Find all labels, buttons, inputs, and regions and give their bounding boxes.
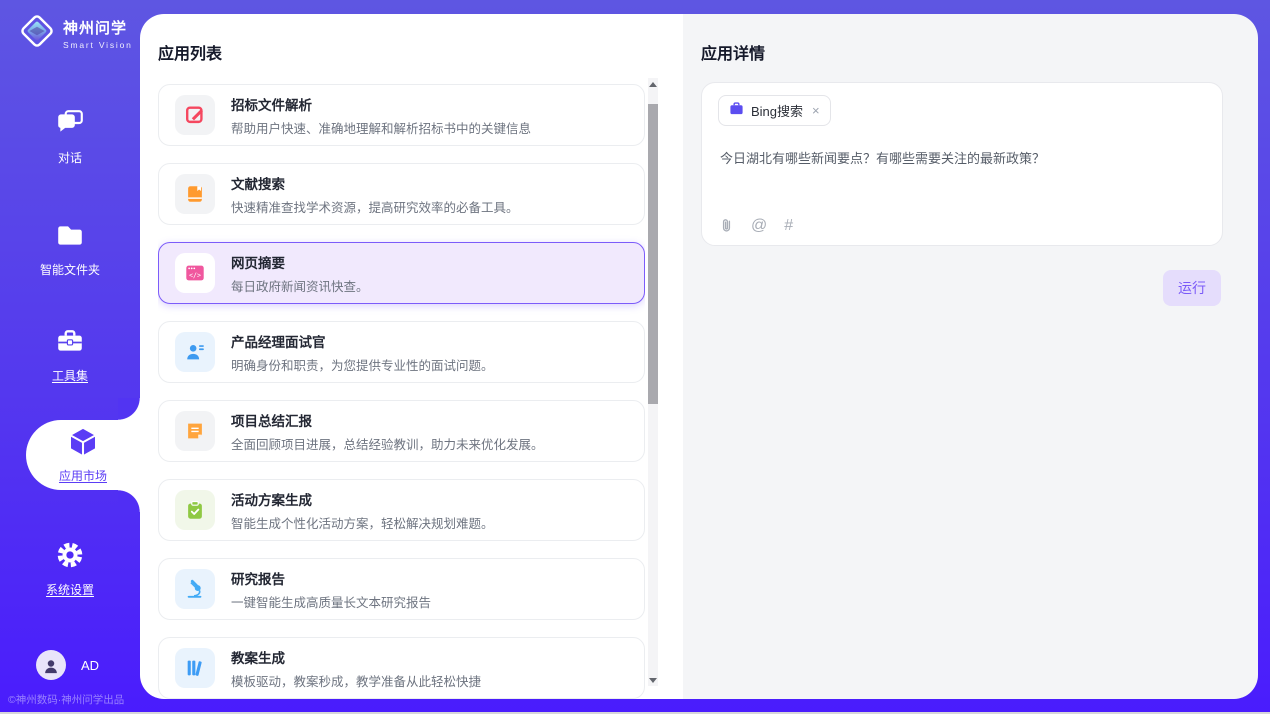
- app-card-bid-analysis[interactable]: 招标文件解析 帮助用户快速、准确地理解和解析招标书中的关键信息: [158, 84, 645, 146]
- mention-icon[interactable]: @: [751, 217, 767, 235]
- app-desc: 一键智能生成高质量长文本研究报告: [231, 592, 431, 611]
- app-title: 活动方案生成: [231, 489, 494, 509]
- clipboard-check-icon: [175, 490, 215, 530]
- chip-close-icon[interactable]: ×: [812, 103, 820, 118]
- app-desc: 明确身份和职责，为您提供专业性的面试问题。: [231, 355, 494, 374]
- sidebar-item-label: 智能文件夹: [40, 261, 100, 278]
- folder-icon: [55, 220, 85, 255]
- main-content: 应用列表 招标文件解析 帮助用户快速、准确地理解和解析招标书中的关键信息: [140, 14, 1258, 699]
- app-title: 研究报告: [231, 568, 431, 588]
- app-card-web-summary[interactable]: </> 网页摘要 每日政府新闻资讯快查。: [158, 242, 645, 304]
- sidebar-item-app-market[interactable]: 应用市场: [26, 420, 140, 490]
- book-icon: [175, 174, 215, 214]
- chat-icon: [55, 108, 85, 143]
- app-title: 文献搜索: [231, 173, 519, 193]
- sidebar-item-label: 系统设置: [46, 581, 94, 598]
- app-card-activity-plan[interactable]: 活动方案生成 智能生成个性化活动方案，轻松解决规划难题。: [158, 479, 645, 541]
- app-list: 招标文件解析 帮助用户快速、准确地理解和解析招标书中的关键信息 文献搜索 快速精…: [158, 84, 645, 699]
- list-scrollbar[interactable]: [648, 78, 658, 686]
- attachment-icon[interactable]: [719, 216, 734, 235]
- app-title: 项目总结汇报: [231, 410, 544, 430]
- run-button[interactable]: 运行: [1163, 270, 1221, 306]
- avatar: [36, 650, 66, 680]
- sidebar-item-label: 工具集: [52, 367, 88, 384]
- app-card-pm-interviewer[interactable]: 产品经理面试官 明确身份和职责，为您提供专业性的面试问题。: [158, 321, 645, 383]
- sidebar-item-smart-folder[interactable]: 智能文件夹: [0, 220, 140, 278]
- copyright-footer: ©神州数码·神州问学出品: [8, 692, 124, 707]
- sidebar-item-settings[interactable]: 系统设置: [0, 540, 140, 598]
- books-icon: [175, 648, 215, 688]
- scrollbar-thumb[interactable]: [648, 104, 658, 404]
- app-desc: 智能生成个性化活动方案，轻松解决规划难题。: [231, 513, 494, 532]
- microscope-icon: [175, 569, 215, 609]
- app-desc: 全面回顾项目进展，总结经验教训，助力未来优化发展。: [231, 434, 544, 453]
- app-card-lesson-plan[interactable]: 教案生成 模板驱动，教案秒成，教学准备从此轻松快捷: [158, 637, 645, 699]
- app-desc: 帮助用户快速、准确地理解和解析招标书中的关键信息: [231, 118, 531, 137]
- app-title: 产品经理面试官: [231, 331, 494, 351]
- app-list-panel: 应用列表 招标文件解析 帮助用户快速、准确地理解和解析招标书中的关键信息: [140, 14, 683, 699]
- tool-chip-bing-search[interactable]: Bing搜索 ×: [718, 95, 831, 126]
- app-title: 网页摘要: [231, 252, 369, 272]
- app-card-literature-search[interactable]: 文献搜索 快速精准查找学术资源，提高研究效率的必备工具。: [158, 163, 645, 225]
- query-text[interactable]: 今日湖北有哪些新闻要点？有哪些需要关注的最新政策？: [720, 149, 1206, 169]
- scrollbar-down-arrow[interactable]: [648, 674, 658, 686]
- brand-diamond-icon: [18, 12, 56, 55]
- scrollbar-up-arrow[interactable]: [648, 78, 658, 90]
- hashtag-icon[interactable]: #: [784, 217, 793, 235]
- briefcase-icon: [729, 101, 744, 121]
- sidebar-item-toolset[interactable]: 工具集: [0, 326, 140, 384]
- cube-icon: [67, 426, 99, 463]
- brand-name: 神州问学: [63, 17, 133, 38]
- app-desc: 每日政府新闻资讯快查。: [231, 276, 369, 295]
- sidebar: 神州问学 Smart Vision 对话 智能文件夹: [0, 0, 140, 714]
- input-toolbar: @ #: [719, 216, 793, 235]
- app-detail-panel: 应用详情 Bing搜索 × 今日湖北有哪些新闻要点？有哪些需要关注的最新政策？: [683, 14, 1258, 699]
- app-logo: 神州问学 Smart Vision: [18, 12, 133, 55]
- app-card-project-summary[interactable]: 项目总结汇报 全面回顾项目进展，总结经验教训，助力未来优化发展。: [158, 400, 645, 462]
- app-card-research-report[interactable]: 研究报告 一键智能生成高质量长文本研究报告: [158, 558, 645, 620]
- app-list-title: 应用列表: [158, 40, 222, 64]
- user-initials: AD: [81, 658, 99, 673]
- gear-icon: [55, 540, 85, 575]
- chip-label: Bing搜索: [751, 101, 803, 120]
- user-account[interactable]: AD: [36, 650, 99, 680]
- brand-subtitle: Smart Vision: [63, 40, 133, 50]
- app-title: 教案生成: [231, 647, 481, 667]
- app-desc: 模板驱动，教案秒成，教学准备从此轻松快捷: [231, 671, 481, 690]
- interviewer-icon: [175, 332, 215, 372]
- sidebar-item-chat[interactable]: 对话: [0, 108, 140, 166]
- svg-text:</>: </>: [189, 271, 201, 279]
- query-input-card[interactable]: Bing搜索 × 今日湖北有哪些新闻要点？有哪些需要关注的最新政策？ @ #: [701, 82, 1223, 246]
- sidebar-item-label: 对话: [58, 149, 82, 166]
- memo-icon: [175, 411, 215, 451]
- app-detail-title: 应用详情: [701, 40, 765, 64]
- app-title: 招标文件解析: [231, 94, 531, 114]
- browser-code-icon: </>: [175, 253, 215, 293]
- app-desc: 快速精准查找学术资源，提高研究效率的必备工具。: [231, 197, 519, 216]
- document-edit-icon: [175, 95, 215, 135]
- sidebar-item-label: 应用市场: [59, 467, 107, 484]
- toolbox-icon: [55, 326, 85, 361]
